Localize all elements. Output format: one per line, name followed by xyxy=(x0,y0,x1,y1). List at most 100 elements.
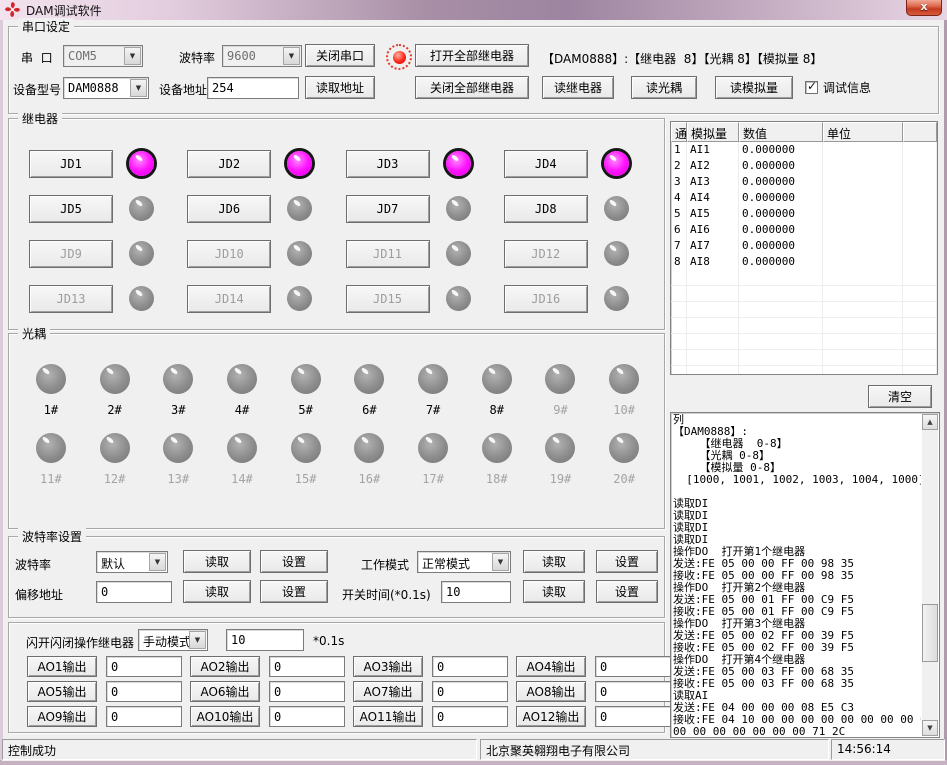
opto-channel-label: 20# xyxy=(613,472,635,486)
offset-address-input[interactable] xyxy=(96,581,172,603)
chevron-down-icon[interactable]: ▼ xyxy=(283,47,300,65)
table-row[interactable]: 4 AI4 0.000000 xyxy=(671,190,937,206)
chevron-down-icon[interactable]: ▼ xyxy=(189,631,206,649)
scroll-up-icon[interactable]: ▲ xyxy=(922,414,938,430)
analog-output-value-input[interactable] xyxy=(269,656,345,677)
read-address-button[interactable]: 读取地址 xyxy=(305,76,375,99)
analog-output-button[interactable]: AO10输出 xyxy=(190,706,260,727)
relay-button[interactable]: JD1 xyxy=(29,150,113,178)
analog-output-value-input[interactable] xyxy=(432,681,508,702)
port-select[interactable]: COM5 ▼ xyxy=(63,45,143,67)
opto-cell: 7# xyxy=(401,364,465,417)
analog-output-button[interactable]: AO6输出 xyxy=(190,681,260,702)
analog-output-button[interactable]: AO11输出 xyxy=(353,706,423,727)
chevron-down-icon[interactable]: ▼ xyxy=(149,553,166,571)
relay-button[interactable]: JD3 xyxy=(346,150,430,178)
switch-time-input[interactable] xyxy=(441,581,511,603)
table-header-channel[interactable]: 通 xyxy=(671,122,687,142)
relay-button[interactable]: JD10 xyxy=(187,240,271,268)
relay-button[interactable]: JD12 xyxy=(504,240,588,268)
table-header-value[interactable]: 数值 xyxy=(739,122,823,142)
relay-button[interactable]: JD2 xyxy=(187,150,271,178)
relay-button[interactable]: JD15 xyxy=(346,285,430,313)
table-row[interactable]: 5 AI5 0.000000 xyxy=(671,206,937,222)
analog-output-button[interactable]: AO7输出 xyxy=(353,681,423,702)
read-relay-button[interactable]: 读继电器 xyxy=(542,76,614,99)
workmode-read-button[interactable]: 读取 xyxy=(523,550,585,573)
relay-button[interactable]: JD9 xyxy=(29,240,113,268)
table-row[interactable]: 7 AI7 0.000000 xyxy=(671,238,937,254)
analog-output-value-input[interactable] xyxy=(106,656,182,677)
analog-output-cell: AO10输出 xyxy=(182,705,345,728)
table-header-blank[interactable] xyxy=(903,122,937,142)
relay-button[interactable]: JD6 xyxy=(187,195,271,223)
app-logo-icon[interactable] xyxy=(5,2,20,17)
analog-output-button[interactable]: AO2输出 xyxy=(190,656,260,677)
device-address-input[interactable] xyxy=(207,77,299,99)
flash-mode-value: 手动模式 xyxy=(143,633,191,650)
workmode-set-button[interactable]: 设置 xyxy=(596,550,658,573)
scrollbar-thumb[interactable] xyxy=(922,604,938,662)
chevron-down-icon[interactable]: ▼ xyxy=(130,79,147,97)
read-opto-button[interactable]: 读光耦 xyxy=(631,76,697,99)
chevron-down-icon[interactable]: ▼ xyxy=(492,553,509,571)
close-all-relays-button[interactable]: 关闭全部继电器 xyxy=(415,76,529,99)
analog-output-button[interactable]: AO3输出 xyxy=(353,656,423,677)
table-header-unit[interactable]: 单位 xyxy=(823,122,903,142)
switchtime-read-button[interactable]: 读取 xyxy=(523,580,585,603)
analog-output-value-input[interactable] xyxy=(595,681,671,702)
analog-output-button[interactable]: AO5输出 xyxy=(27,681,97,702)
debug-info-checkbox[interactable]: ✓ 调试信息 xyxy=(805,79,871,96)
read-analog-button[interactable]: 读模拟量 xyxy=(715,76,793,99)
analog-output-value-input[interactable] xyxy=(269,706,345,727)
flash-mode-select[interactable]: 手动模式 ▼ xyxy=(138,629,208,651)
flash-time-input[interactable] xyxy=(226,629,304,651)
relay-button[interactable]: JD14 xyxy=(187,285,271,313)
relay-button[interactable]: JD4 xyxy=(504,150,588,178)
close-button[interactable]: x xyxy=(906,0,942,16)
offset-set-button[interactable]: 设置 xyxy=(260,580,328,603)
baud-default-select[interactable]: 默认 ▼ xyxy=(96,551,168,573)
table-row[interactable]: 1 AI1 0.000000 xyxy=(671,142,937,158)
analog-output-button[interactable]: AO4输出 xyxy=(516,656,586,677)
clear-log-button[interactable]: 清空 xyxy=(868,385,932,408)
analog-output-value-input[interactable] xyxy=(106,706,182,727)
chevron-down-icon[interactable]: ▼ xyxy=(124,47,141,65)
scroll-down-icon[interactable]: ▼ xyxy=(922,720,938,736)
device-model-select[interactable]: DAM0888 ▼ xyxy=(63,77,149,99)
workmode-select[interactable]: 正常模式 ▼ xyxy=(417,551,511,573)
analog-output-button[interactable]: AO1输出 xyxy=(27,656,97,677)
relay-button[interactable]: JD11 xyxy=(346,240,430,268)
cell-blank xyxy=(903,238,937,254)
offset-read-button[interactable]: 读取 xyxy=(183,580,251,603)
opto-channel-label: 8# xyxy=(490,403,504,417)
table-header-analog[interactable]: 模拟量 xyxy=(687,122,739,142)
relay-button[interactable]: JD7 xyxy=(346,195,430,223)
log-text[interactable]: 列 【DAM0888】: 【继电器 0-8】 【光耦 0-8】 【模拟量 0-8… xyxy=(673,414,921,736)
close-serial-button[interactable]: 关闭串口 xyxy=(305,44,375,67)
table-row[interactable]: 8 AI8 0.000000 xyxy=(671,254,937,270)
table-row[interactable]: 6 AI6 0.000000 xyxy=(671,222,937,238)
analog-output-value-input[interactable] xyxy=(106,681,182,702)
relay-button[interactable]: JD13 xyxy=(29,285,113,313)
table-row[interactable]: 2 AI2 0.000000 xyxy=(671,158,937,174)
baud-set-button[interactable]: 设置 xyxy=(260,550,328,573)
analog-output-button[interactable]: AO9输出 xyxy=(27,706,97,727)
switchtime-set-button[interactable]: 设置 xyxy=(596,580,658,603)
analog-output-button[interactable]: AO12输出 xyxy=(516,706,586,727)
open-all-relays-button[interactable]: 打开全部继电器 xyxy=(415,44,529,67)
analog-output-value-input[interactable] xyxy=(432,706,508,727)
log-scrollbar[interactable]: ▲ ▼ xyxy=(922,414,938,736)
baud-read-button[interactable]: 读取 xyxy=(183,550,251,573)
analog-output-value-input[interactable] xyxy=(432,656,508,677)
baudrate-select[interactable]: 9600 ▼ xyxy=(222,45,302,67)
relay-button[interactable]: JD16 xyxy=(504,285,588,313)
relay-button[interactable]: JD8 xyxy=(504,195,588,223)
analog-output-value-input[interactable] xyxy=(595,656,671,677)
relay-button[interactable]: JD5 xyxy=(29,195,113,223)
analog-output-value-input[interactable] xyxy=(269,681,345,702)
analog-output-value-input[interactable] xyxy=(595,706,671,727)
opto-led-indicator xyxy=(100,364,130,394)
analog-output-button[interactable]: AO8输出 xyxy=(516,681,586,702)
table-row[interactable]: 3 AI3 0.000000 xyxy=(671,174,937,190)
